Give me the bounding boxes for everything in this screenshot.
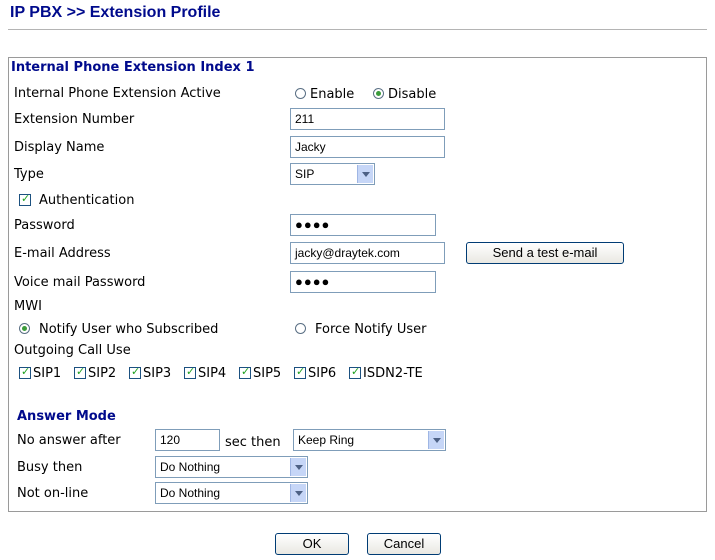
cancel-button[interactable]: Cancel (367, 533, 441, 555)
authentication-checkbox[interactable] (19, 192, 31, 206)
chevron-down-icon (428, 431, 444, 449)
sip3-checkbox[interactable] (129, 365, 141, 379)
sip2-checkbox[interactable] (74, 365, 86, 379)
mwi-label: MWI (14, 299, 42, 314)
disable-label: Disable (388, 87, 437, 102)
chevron-down-icon (290, 458, 306, 476)
vm-password-input[interactable]: ●●●● (290, 271, 436, 293)
not-online-label: Not on-line (17, 486, 89, 501)
sip5-checkbox[interactable] (239, 365, 251, 379)
notify-subscribed-label: Notify User who Subscribed (39, 322, 219, 337)
busy-label: Busy then (17, 460, 83, 475)
no-answer-seconds-input[interactable]: 120 (155, 429, 220, 451)
sip5-label: SIP5 (253, 366, 282, 381)
sip1-label: SIP1 (33, 366, 62, 381)
isdn2-te-checkbox[interactable] (349, 365, 361, 379)
display-name-input[interactable]: Jacky (290, 136, 445, 158)
display-name-label: Display Name (14, 140, 105, 155)
busy-action-value: Do Nothing (160, 460, 221, 474)
enable-label: Enable (310, 87, 355, 102)
email-label: E-mail Address (14, 246, 111, 261)
type-select-value: SIP (295, 167, 315, 181)
ext-number-label: Extension Number (14, 112, 135, 127)
ok-button[interactable]: OK (275, 533, 349, 555)
chevron-down-icon (357, 165, 373, 183)
isdn2-te-label: ISDN2-TE (363, 366, 423, 381)
not-online-action-value: Do Nothing (160, 486, 221, 500)
type-label: Type (14, 167, 44, 182)
busy-action-select[interactable]: Do Nothing (155, 456, 308, 478)
sip6-checkbox[interactable] (294, 365, 306, 379)
sip6-label: SIP6 (308, 366, 337, 381)
outgoing-call-label: Outgoing Call Use (14, 343, 131, 358)
page-title: IP PBX >> Extension Profile (10, 4, 221, 21)
type-select[interactable]: SIP (290, 163, 375, 185)
password-input[interactable]: ●●●● (290, 214, 436, 236)
no-answer-action-select[interactable]: Keep Ring (293, 429, 446, 451)
authentication-label: Authentication (39, 193, 135, 208)
force-notify-label: Force Notify User (315, 322, 427, 337)
sip4-checkbox[interactable] (184, 365, 196, 379)
enable-radio[interactable] (295, 88, 306, 99)
sip3-label: SIP3 (143, 366, 172, 381)
sec-then-label: sec then (225, 435, 281, 450)
force-notify-radio[interactable] (295, 323, 306, 334)
send-test-email-button[interactable]: Send a test e-mail (466, 242, 624, 264)
no-answer-label: No answer after (17, 433, 121, 448)
notify-subscribed-radio[interactable] (19, 323, 30, 334)
sip2-label: SIP2 (88, 366, 117, 381)
password-label: Password (14, 218, 75, 233)
title-divider (8, 29, 707, 30)
not-online-action-select[interactable]: Do Nothing (155, 482, 308, 504)
vm-password-label: Voice mail Password (14, 275, 146, 290)
no-answer-action-value: Keep Ring (298, 433, 355, 447)
disable-radio[interactable] (373, 88, 384, 99)
section-header-answer-mode: Answer Mode (17, 409, 116, 424)
active-label: Internal Phone Extension Active (14, 86, 221, 101)
sip1-checkbox[interactable] (19, 365, 31, 379)
section-header-extension: Internal Phone Extension Index 1 (11, 60, 255, 75)
sip4-label: SIP4 (198, 366, 227, 381)
ext-number-input[interactable]: 211 (290, 108, 445, 130)
chevron-down-icon (290, 484, 306, 502)
email-input[interactable]: jacky@draytek.com (290, 242, 445, 264)
